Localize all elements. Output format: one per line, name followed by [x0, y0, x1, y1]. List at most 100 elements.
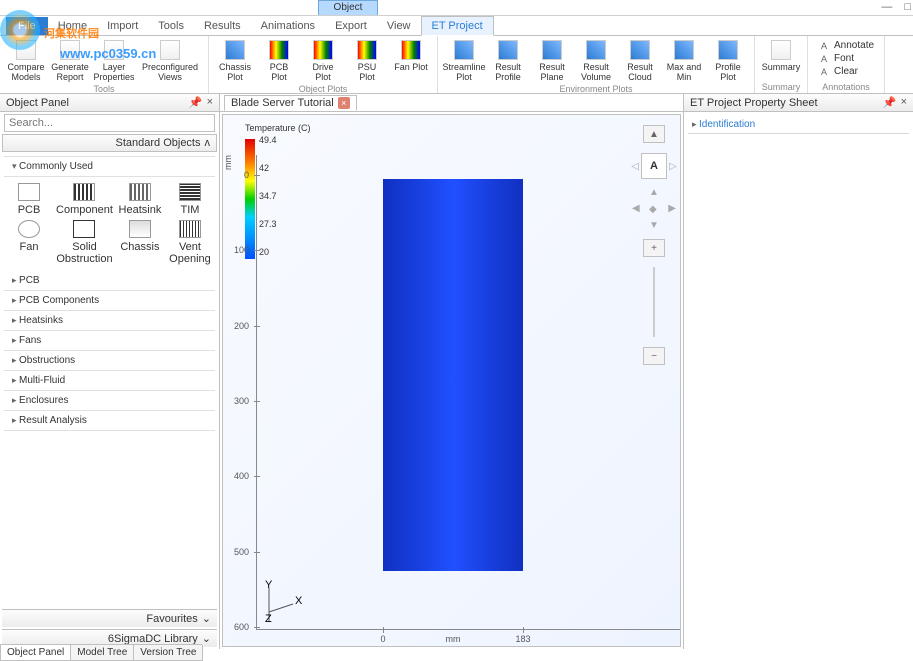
close-icon[interactable]: ×	[207, 96, 213, 109]
axis-triad: X Y Z	[259, 586, 299, 624]
drive-plot-button[interactable]: Drive Plot	[303, 38, 343, 84]
cat-result-analysis[interactable]: Result Analysis	[4, 411, 215, 431]
search-input[interactable]	[4, 114, 215, 132]
svg-text:Z: Z	[265, 613, 272, 625]
obj-component[interactable]: Component	[56, 183, 113, 216]
tab-tools[interactable]: Tools	[148, 17, 194, 35]
chevron-up-icon: ʌ	[205, 137, 211, 149]
annotate-button[interactable]: Annotate	[818, 40, 874, 51]
cat-heatsinks[interactable]: Heatsinks	[4, 311, 215, 331]
drive-plot-icon	[313, 40, 333, 60]
context-tab-object[interactable]: Object	[318, 0, 378, 15]
prop-identification[interactable]: Identification	[688, 116, 909, 134]
tab-etproject[interactable]: ET Project	[421, 16, 494, 36]
cat-enclosures[interactable]: Enclosures	[4, 391, 215, 411]
max-min-button[interactable]: Max and Min	[664, 38, 704, 84]
obj-pcb[interactable]: PCB	[6, 183, 52, 216]
result-profile-button[interactable]: Result Profile	[488, 38, 528, 84]
obj-heatsink[interactable]: Heatsink	[117, 183, 163, 216]
close-tab-icon[interactable]: ×	[338, 97, 350, 109]
cat-obstructions[interactable]: Obstructions	[4, 351, 215, 371]
property-panel: ET Project Property Sheet 📌× Identificat…	[683, 94, 913, 649]
zoom-slider[interactable]	[653, 267, 655, 337]
preconfigured-views-button[interactable]: Preconfigured Views	[138, 38, 202, 84]
pan-control[interactable]: ▲ ▼ ◀ ▶ ◆	[634, 189, 674, 229]
tim-icon	[179, 183, 201, 201]
cat-pcb[interactable]: PCB	[4, 271, 215, 291]
legend-tick: 34.7	[259, 191, 277, 201]
canvas[interactable]: Temperature (C) 49.4 42 34.7 27.3 20 mm …	[222, 114, 681, 647]
tab-home[interactable]: Home	[48, 17, 97, 35]
tab-animations[interactable]: Animations	[251, 17, 325, 35]
tab-import[interactable]: Import	[97, 17, 148, 35]
svg-text:X: X	[295, 595, 303, 607]
pcb-plot-button[interactable]: PCB Plot	[259, 38, 299, 84]
compare-models-button[interactable]: Compare Models	[6, 38, 46, 84]
clear-button[interactable]: Clear	[818, 66, 874, 77]
pin-icon[interactable]: 📌	[189, 96, 203, 109]
document-tab-row: Blade Server Tutorial ×	[220, 94, 683, 112]
fan-plot-button[interactable]: Fan Plot	[391, 38, 431, 74]
favourites-header[interactable]: Favourites⌄	[2, 609, 217, 627]
tab-file[interactable]: File	[6, 17, 48, 35]
simulation-object[interactable]	[383, 179, 523, 571]
cat-fans[interactable]: Fans	[4, 331, 215, 351]
legend-tick: 20	[259, 247, 269, 257]
bottom-tab-object-panel[interactable]: Object Panel	[0, 645, 71, 661]
minimize-icon[interactable]: —	[881, 1, 892, 13]
generate-report-button[interactable]: Generate Report	[50, 38, 90, 84]
cat-multi-fluid[interactable]: Multi-Fluid	[4, 371, 215, 391]
cat-pcb-components[interactable]: PCB Components	[4, 291, 215, 311]
close-icon[interactable]: ×	[901, 96, 907, 109]
document-tab[interactable]: Blade Server Tutorial ×	[224, 95, 357, 111]
psu-plot-icon	[357, 40, 377, 60]
cat-commonly-used[interactable]: Commonly Used	[4, 156, 215, 177]
window-controls[interactable]: — □	[881, 1, 911, 13]
nav-right-button[interactable]: ▷	[669, 161, 677, 172]
layer-properties-button[interactable]: Layer Properties	[94, 38, 134, 84]
result-plane-button[interactable]: Result Plane	[532, 38, 572, 84]
obj-vent-opening[interactable]: Vent Opening	[167, 220, 213, 265]
layers-icon	[104, 40, 124, 60]
profile-icon	[718, 40, 738, 60]
legend-tick: 27.3	[259, 219, 277, 229]
legend-title: Temperature (C)	[245, 123, 325, 133]
pin-icon[interactable]: 📌	[883, 96, 897, 109]
nav-cube[interactable]: A	[641, 153, 667, 179]
tab-view[interactable]: View	[377, 17, 421, 35]
pcb-plot-icon	[269, 40, 289, 60]
chassis-plot-button[interactable]: Chassis Plot	[215, 38, 255, 84]
streamline-icon	[454, 40, 474, 60]
tab-export[interactable]: Export	[325, 17, 377, 35]
svg-text:Y: Y	[265, 579, 273, 591]
bottom-tab-version-tree[interactable]: Version Tree	[133, 645, 203, 661]
standard-objects-header[interactable]: Standard Objectsʌ	[2, 134, 217, 152]
legend-tick: 49.4	[259, 135, 277, 145]
result-profile-icon	[498, 40, 518, 60]
result-cloud-button[interactable]: Result Cloud	[620, 38, 660, 84]
summary-icon	[771, 40, 791, 60]
object-panel-title: Object Panel 📌×	[0, 94, 219, 112]
zoom-in-button[interactable]: +	[643, 239, 665, 257]
tab-results[interactable]: Results	[194, 17, 251, 35]
x-axis	[257, 629, 680, 630]
zoom-out-button[interactable]: −	[643, 347, 665, 365]
nav-up-button[interactable]: ▲	[643, 125, 665, 143]
chassis-icon	[129, 220, 151, 238]
obj-chassis[interactable]: Chassis	[117, 220, 163, 265]
psu-plot-button[interactable]: PSU Plot	[347, 38, 387, 84]
bottom-tab-model-tree[interactable]: Model Tree	[70, 645, 134, 661]
y-axis-label: mm	[223, 155, 233, 170]
streamline-plot-button[interactable]: Streamline Plot	[444, 38, 484, 84]
nav-left-button[interactable]: ◁	[631, 161, 639, 172]
result-volume-button[interactable]: Result Volume	[576, 38, 616, 84]
obj-tim[interactable]: TIM	[167, 183, 213, 216]
result-volume-icon	[586, 40, 606, 60]
obj-solid-obstruction[interactable]: Solid Obstruction	[56, 220, 113, 265]
compare-icon	[16, 40, 36, 60]
summary-button[interactable]: Summary	[761, 38, 801, 74]
font-button[interactable]: Font	[818, 53, 874, 64]
maximize-icon[interactable]: □	[904, 1, 911, 13]
obj-fan[interactable]: Fan	[6, 220, 52, 265]
profile-plot-button[interactable]: Profile Plot	[708, 38, 748, 84]
